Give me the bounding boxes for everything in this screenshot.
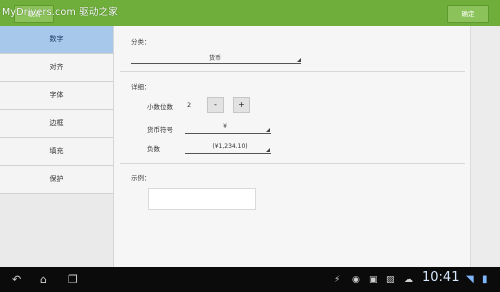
sidebar-item-number[interactable]: 数字 [0, 26, 113, 54]
wifi-icon: ◥ [466, 274, 474, 285]
sidebar-item-fill[interactable]: 填充 [0, 138, 113, 166]
negative-number-value: (¥1,234.10) [212, 143, 248, 150]
ok-button[interactable]: 确定 [447, 5, 489, 23]
category-label: 分类： [131, 38, 151, 46]
android-debug-icon: ◉ [352, 275, 360, 285]
image-icon: ▨ [386, 275, 395, 285]
cloud-icon: ☁ [404, 275, 413, 285]
category-underline [131, 63, 301, 64]
category-dropdown-icon [297, 58, 301, 62]
negative-number-dropdown-icon [266, 148, 270, 152]
sidebar-item-alignment[interactable]: 对齐 [0, 54, 113, 82]
decrease-decimal-button[interactable]: - [207, 97, 224, 113]
home-icon[interactable]: ⌂ [40, 273, 47, 286]
format-category-sidebar: 数字 对齐 字体 边框 填充 保护 [0, 26, 114, 267]
back-icon[interactable]: ↶ [12, 273, 21, 286]
notification-icon: ▣ [369, 275, 378, 285]
sidebar-item-protection[interactable]: 保护 [0, 166, 113, 194]
watermark-text: MyDrivers.com 驱动之家 [2, 7, 118, 18]
sidebar-item-border[interactable]: 边框 [0, 110, 113, 138]
negative-number-underline [185, 153, 271, 154]
category-value: 货币 [208, 55, 221, 62]
recent-apps-icon[interactable]: ❐ [68, 273, 78, 286]
decimal-places-value: 2 [187, 101, 192, 109]
battery-icon: ▮ [482, 274, 488, 285]
sample-label: 示例： [131, 174, 151, 182]
system-navigation-bar: ↶ ⌂ ❐ ⚡ ◉ ▣ ▨ ☁ 10:41 ◥ ▮ [0, 267, 500, 292]
section-divider [120, 71, 465, 72]
sample-preview-box [148, 188, 256, 210]
right-edge-strip [470, 26, 500, 267]
decimal-places-label: 小数位数 [147, 103, 173, 111]
usb-icon: ⚡ [334, 275, 341, 285]
increase-decimal-button[interactable]: + [233, 97, 250, 113]
currency-symbol-dropdown-icon [266, 128, 270, 132]
section-divider [120, 163, 465, 164]
clock-time: 10:41 [422, 270, 460, 285]
details-label: 详细： [131, 83, 151, 91]
currency-symbol-label: 货币符号 [147, 126, 173, 134]
negative-number-label: 负数 [147, 145, 160, 153]
action-bar: 取消 MyDrivers.com 驱动之家 确定 [0, 0, 500, 26]
currency-symbol-underline [185, 133, 271, 134]
sidebar-item-font[interactable]: 字体 [0, 82, 113, 110]
currency-symbol-value: ¥ [223, 123, 227, 130]
